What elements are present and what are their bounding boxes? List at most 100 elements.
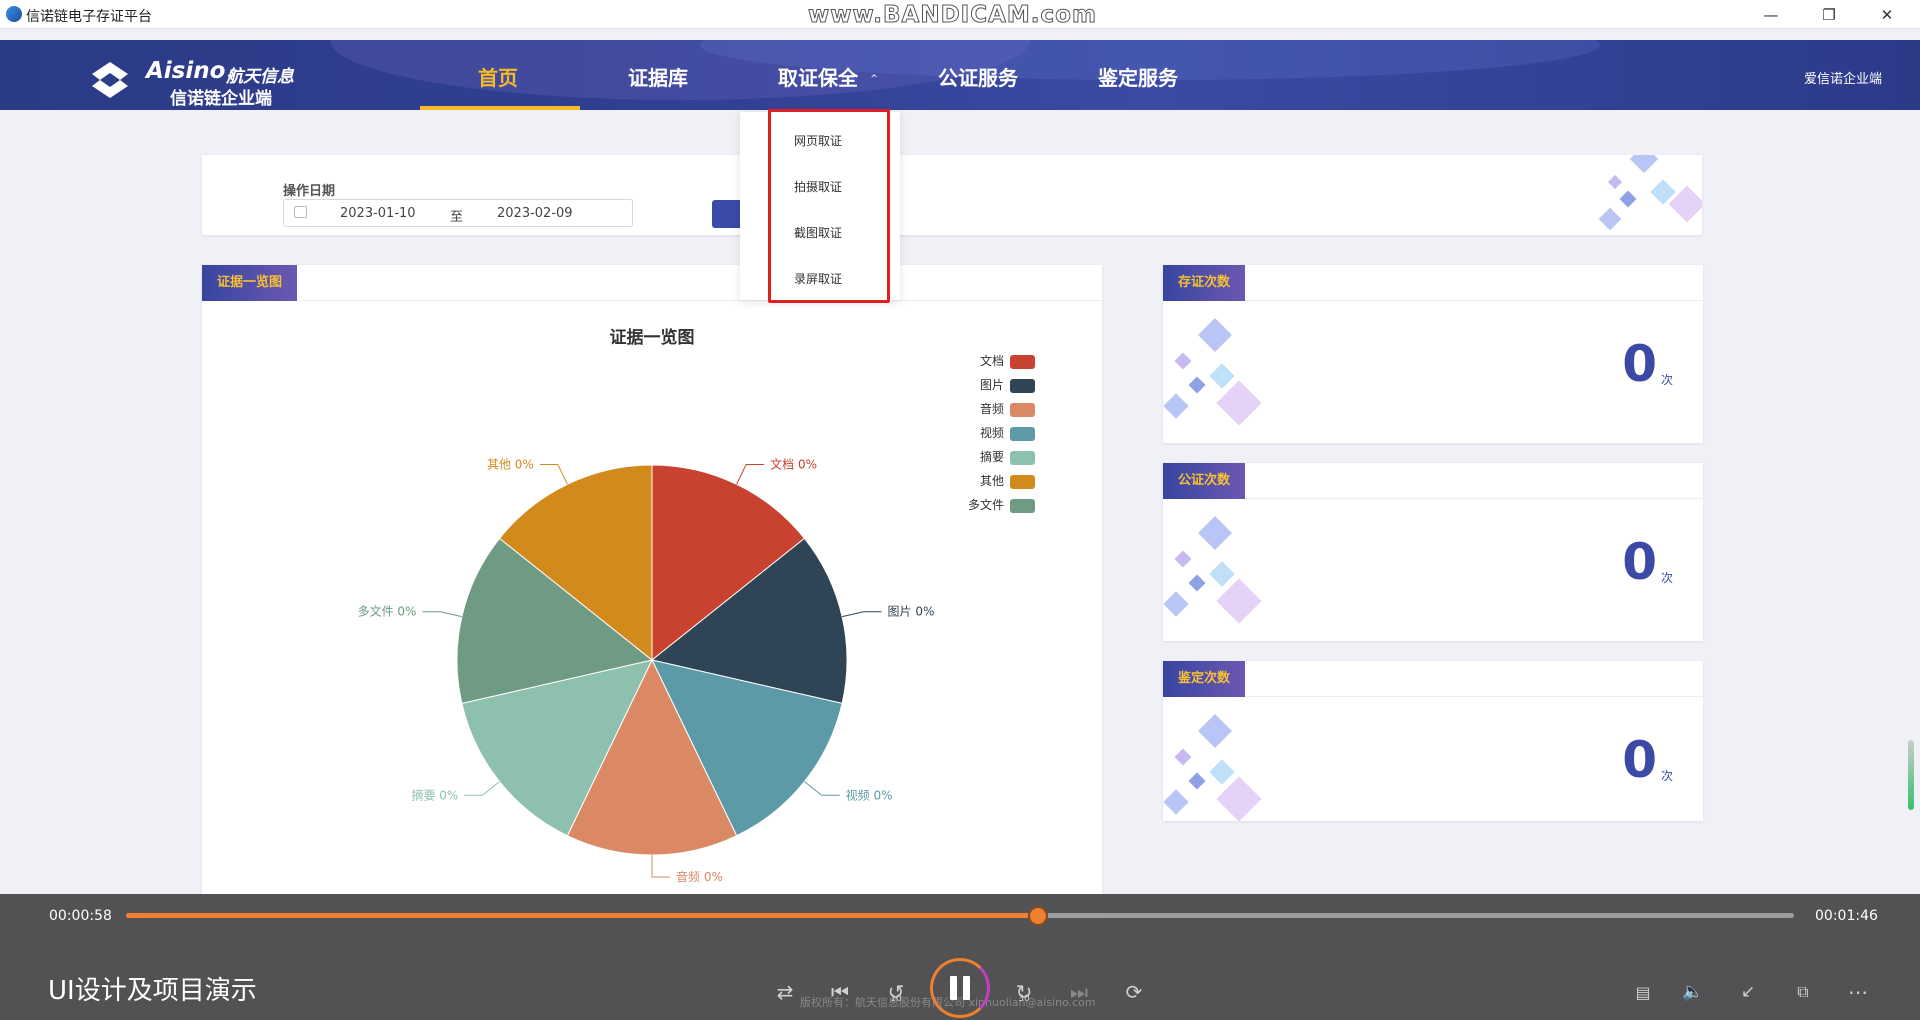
page-scrollbar[interactable] bbox=[1908, 740, 1914, 810]
nav-evidence-capture-label: 取证保全 bbox=[778, 66, 858, 90]
pie-leader-line-5 bbox=[422, 611, 463, 618]
pie-label-1: 图片 0% bbox=[888, 605, 935, 619]
brand-subtitle: 信诺链企业端 bbox=[170, 89, 272, 109]
evidence-overview-tag: 证据一览图 bbox=[202, 265, 298, 301]
aisino-logo-icon bbox=[92, 62, 128, 98]
calendar-icon bbox=[294, 206, 307, 218]
more-options-icon[interactable]: ⋯ bbox=[1840, 974, 1876, 1010]
evidence-pie-chart: 证据一览图 文档图片音频视频摘要其他多文件 文档 0% 图片 0% 视频 0% 音频 … bbox=[358, 327, 1035, 884]
forward-30-icon[interactable]: ↻ 30 bbox=[1006, 974, 1042, 1010]
legend-label-5[interactable]: 其他 bbox=[980, 474, 1004, 488]
diamond-decoration-icon bbox=[1598, 155, 1702, 231]
next-icon[interactable]: ⏭ bbox=[1061, 974, 1097, 1010]
deposit-count-value: 0 bbox=[1622, 335, 1657, 393]
menu-item-photo-capture[interactable]: 拍摄取证 bbox=[794, 178, 842, 195]
video-player-controls: 00:00:58 00:01:46 UI设计及项目演示 版权所有：航天信息股份有… bbox=[0, 894, 1920, 1020]
seek-handle[interactable] bbox=[1028, 906, 1049, 926]
menu-item-screenshot-capture[interactable]: 截图取证 bbox=[794, 224, 842, 241]
top-navbar: Aisino 航天信息 信诺链企业端 首页 证据库 取证保全 ⌃ 公证服务 鉴定… bbox=[0, 40, 1920, 110]
current-time: 00:00:58 bbox=[49, 908, 112, 924]
shuffle-icon[interactable]: ⇄ bbox=[767, 974, 803, 1010]
stat-card-appraisal: 鉴定次数 0 次 bbox=[1163, 661, 1703, 822]
legend-swatch-1[interactable] bbox=[1010, 379, 1035, 393]
pie-label-0: 文档 0% bbox=[770, 456, 817, 471]
window-title: 信诺链电子存证平台 bbox=[26, 9, 152, 25]
diamond-decoration-icon bbox=[1163, 714, 1262, 822]
repeat-icon[interactable]: ⟳ bbox=[1116, 974, 1152, 1010]
pie-leader-line-1 bbox=[841, 611, 882, 618]
legend-swatch-3[interactable] bbox=[1010, 427, 1035, 441]
seek-bar[interactable] bbox=[126, 906, 1794, 926]
nav-evidence-capture[interactable]: 取证保全 ⌃ bbox=[778, 62, 879, 91]
subtitles-icon[interactable]: ▤ bbox=[1625, 974, 1661, 1010]
volume-icon[interactable]: 🔈 bbox=[1675, 974, 1711, 1010]
menu-item-screen-record-capture[interactable]: 录屏取证 bbox=[794, 270, 842, 287]
pie-leader-line-0 bbox=[736, 463, 765, 485]
video-title: UI设计及项目演示 bbox=[48, 976, 257, 1006]
minimize-button[interactable]: — bbox=[1748, 0, 1794, 29]
deposit-count-unit: 次 bbox=[1660, 373, 1673, 387]
close-button[interactable]: ✕ bbox=[1864, 0, 1910, 29]
date-filter-label: 操作日期 bbox=[283, 184, 336, 199]
nav-evidence-library[interactable]: 证据库 bbox=[628, 62, 688, 91]
pie-label-4: 摘要 0% bbox=[411, 787, 458, 802]
recorder-watermark: www.BANDICAM.com bbox=[808, 2, 1097, 29]
legend-swatch-4[interactable] bbox=[1010, 451, 1035, 465]
filter-panel: 操作日期 2023-01-10 至 2023-02-09 bbox=[202, 155, 1702, 235]
menu-item-web-capture[interactable]: 网页取证 bbox=[794, 132, 842, 149]
user-account-label[interactable]: 爱信诺企业端 bbox=[1804, 68, 1882, 87]
pie-leader-line-4 bbox=[464, 781, 500, 796]
pie-label-3: 音频 0% bbox=[676, 869, 723, 884]
mini-player-icon[interactable]: ⧉ bbox=[1785, 974, 1821, 1010]
legend-label-4[interactable]: 摘要 bbox=[980, 449, 1004, 464]
end-date[interactable]: 2023-02-09 bbox=[497, 206, 573, 221]
notary-count-value: 0 bbox=[1622, 533, 1657, 591]
deposit-count-tag: 存证次数 bbox=[1163, 265, 1246, 301]
nav-active-indicator bbox=[420, 106, 580, 110]
start-date[interactable]: 2023-01-10 bbox=[340, 206, 416, 221]
legend-swatch-0[interactable] bbox=[1010, 355, 1035, 369]
rewind-10-icon[interactable]: ↺ 10 bbox=[878, 974, 914, 1010]
legend-swatch-5[interactable] bbox=[1010, 475, 1035, 489]
chart-title: 证据一览图 bbox=[610, 327, 695, 348]
nav-home[interactable]: 首页 bbox=[478, 62, 518, 91]
legend-label-1[interactable]: 图片 bbox=[980, 378, 1004, 392]
nav-appraisal-service[interactable]: 鉴定服务 bbox=[1098, 62, 1178, 91]
exit-fullscreen-icon[interactable]: ↙ bbox=[1730, 974, 1766, 1010]
evidence-capture-dropdown: 网页取证 拍摄取证 截图取证 录屏取证 bbox=[740, 109, 900, 303]
pie-label-2: 视频 0% bbox=[846, 787, 893, 802]
evidence-overview-panel: 证据一览图 证据一览图 文档图片音频视频摘要其他多文件 文档 0% 图片 0% 视频… bbox=[202, 265, 1102, 945]
previous-icon[interactable]: ⏮ bbox=[822, 974, 858, 1010]
seek-bar-progress bbox=[126, 913, 1039, 918]
legend-label-3[interactable]: 视频 bbox=[980, 425, 1004, 440]
pie-leader-line-6 bbox=[539, 463, 568, 485]
pie-leader-line-2 bbox=[804, 781, 840, 796]
pie-leader-line-3 bbox=[651, 855, 670, 878]
nav-notary-service[interactable]: 公证服务 bbox=[938, 62, 1018, 91]
legend-label-6[interactable]: 多文件 bbox=[968, 497, 1004, 512]
app-icon bbox=[6, 6, 22, 22]
notary-count-tag: 公证次数 bbox=[1163, 463, 1246, 499]
pause-button[interactable] bbox=[930, 958, 990, 1018]
stat-card-notary: 公证次数 0 次 bbox=[1163, 463, 1703, 641]
restore-button[interactable]: ❐ bbox=[1806, 0, 1852, 29]
chevron-up-icon: ⌃ bbox=[868, 72, 880, 86]
date-range-picker[interactable]: 2023-01-10 至 2023-02-09 bbox=[283, 199, 633, 227]
brand-name: Aisino bbox=[146, 58, 226, 84]
pie-label-6: 其他 0% bbox=[487, 457, 534, 471]
diamond-decoration-icon bbox=[1163, 318, 1262, 426]
rewind-seconds: 10 bbox=[890, 994, 902, 1004]
appraisal-count-unit: 次 bbox=[1660, 769, 1673, 783]
appraisal-count-value: 0 bbox=[1622, 731, 1657, 789]
notary-count-unit: 次 bbox=[1660, 571, 1673, 585]
legend-label-2[interactable]: 音频 bbox=[980, 401, 1004, 416]
pie-label-5: 多文件 0% bbox=[358, 604, 417, 619]
total-time: 00:01:46 bbox=[1815, 908, 1878, 924]
diamond-decoration-icon bbox=[1163, 516, 1262, 624]
appraisal-count-tag: 鉴定次数 bbox=[1163, 661, 1246, 697]
legend-label-0[interactable]: 文档 bbox=[980, 353, 1004, 368]
legend-swatch-6[interactable] bbox=[1010, 499, 1035, 513]
date-separator: 至 bbox=[450, 210, 464, 225]
forward-seconds: 30 bbox=[1018, 994, 1030, 1004]
legend-swatch-2[interactable] bbox=[1010, 403, 1035, 417]
